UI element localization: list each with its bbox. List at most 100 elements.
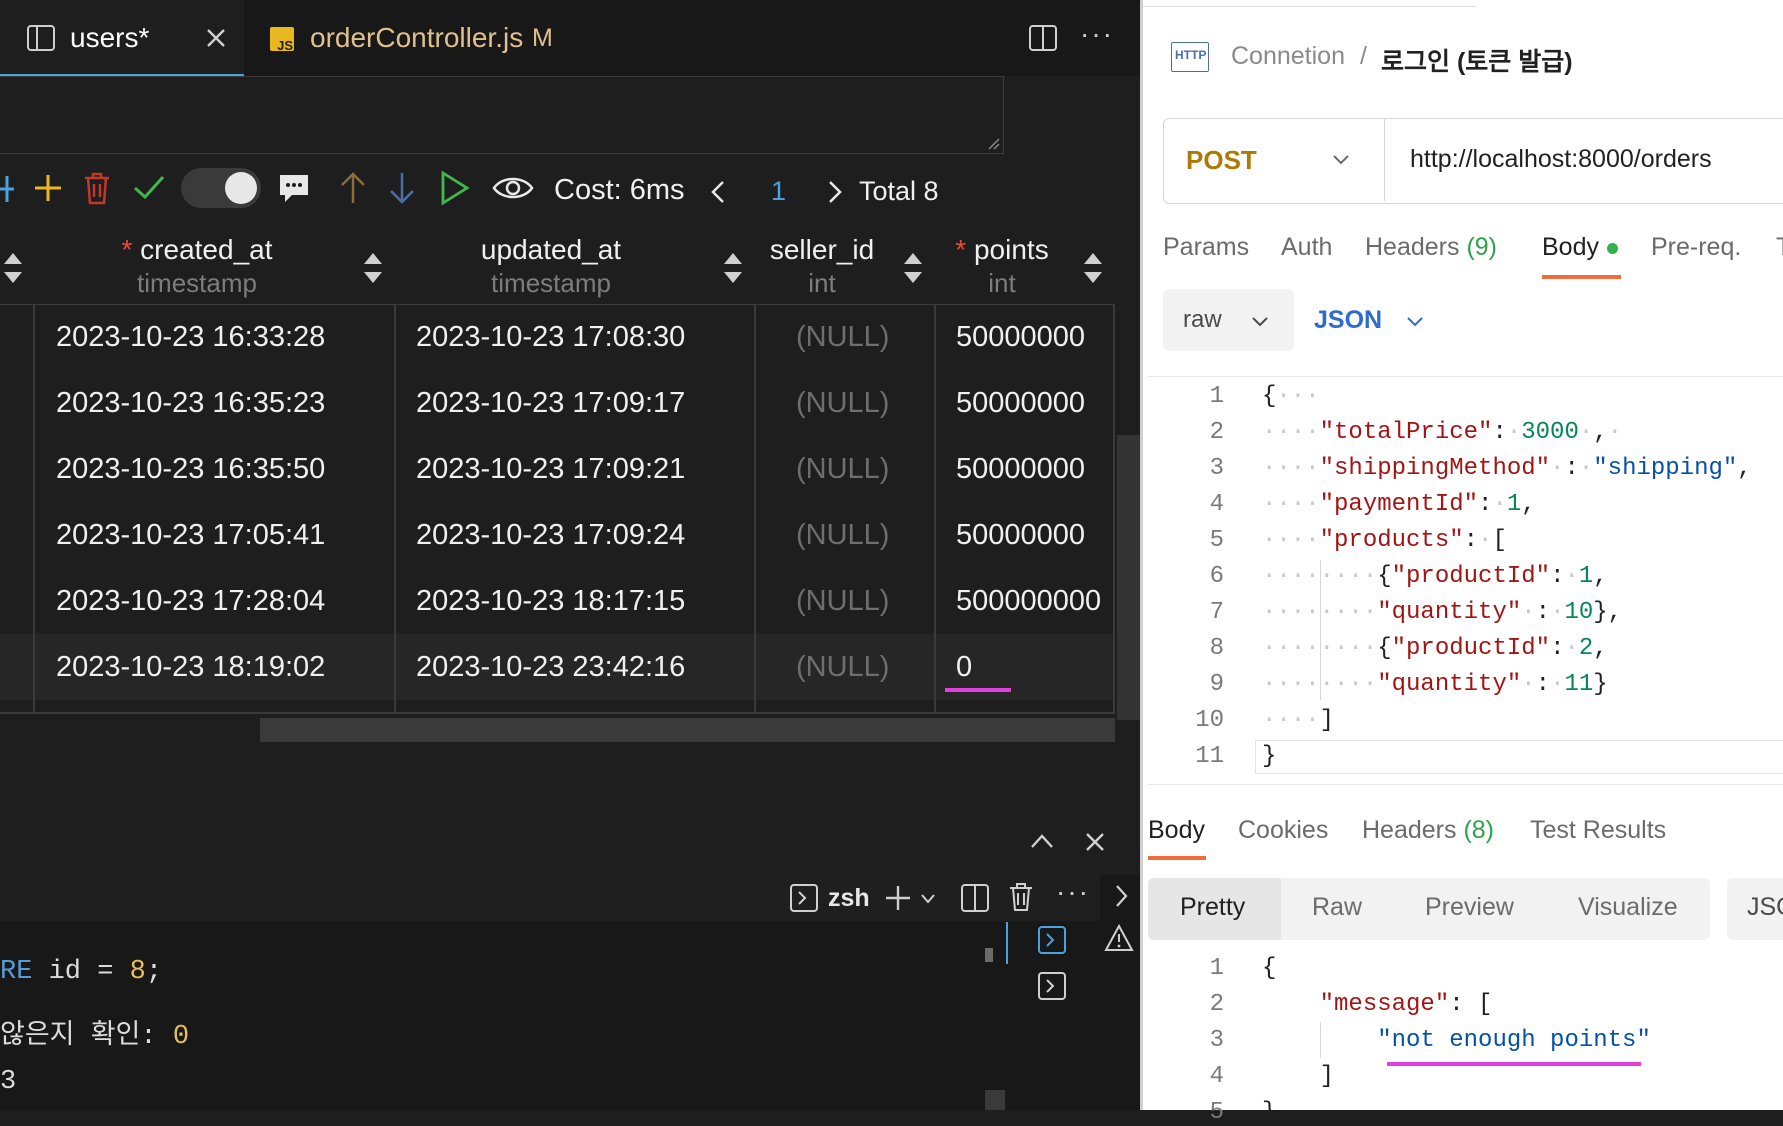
response-tab-headers[interactable]: Headers (8) — [1362, 816, 1494, 845]
chevron-right-icon[interactable] — [827, 180, 843, 204]
vertical-scrollbar[interactable] — [1117, 435, 1140, 720]
cell-points[interactable]: 500000000 — [956, 568, 1101, 634]
column-divider — [33, 304, 35, 714]
more-actions-icon[interactable]: ··· — [1080, 18, 1114, 50]
check-icon[interactable] — [133, 174, 165, 200]
response-tab-body[interactable]: Body — [1148, 816, 1205, 845]
cell-created-at[interactable]: 2023-10-23 16:35:23 — [56, 370, 325, 436]
eye-icon[interactable] — [492, 174, 534, 202]
sort-icon[interactable] — [1082, 251, 1104, 285]
table-row[interactable]: 2023-10-23 17:28:04 2023-10-23 18:17:15 … — [0, 568, 1115, 634]
url-input[interactable]: http://localhost:8000/orders — [1410, 145, 1712, 174]
column-header-updated-at[interactable]: updated_at timestamp — [396, 232, 706, 302]
close-panel-icon[interactable] — [1085, 832, 1105, 852]
sql-filter-textarea[interactable] — [0, 76, 1004, 154]
cell-seller-id[interactable]: (NULL) — [796, 568, 889, 634]
chevron-down-icon — [1252, 317, 1268, 327]
cell-updated-at[interactable]: 2023-10-23 17:09:21 — [416, 436, 685, 502]
split-editor-icon[interactable] — [1029, 25, 1057, 51]
toggle-switch[interactable] — [181, 168, 261, 208]
arrow-up-icon[interactable] — [340, 171, 366, 205]
tab-pre-request[interactable]: Pre-req. — [1651, 233, 1741, 262]
cell-created-at[interactable]: 2023-10-23 16:33:28 — [56, 304, 325, 370]
view-raw[interactable]: Raw — [1312, 893, 1362, 922]
arrow-down-icon[interactable] — [389, 171, 415, 205]
cell-updated-at[interactable]: 2023-10-23 18:17:15 — [416, 568, 685, 634]
play-icon[interactable] — [440, 170, 470, 206]
sort-icon[interactable] — [722, 251, 744, 285]
horizontal-scrollbar[interactable] — [260, 718, 1115, 742]
kill-terminal-icon[interactable] — [1008, 882, 1034, 912]
terminal-shell-label[interactable]: zsh — [828, 884, 870, 913]
view-visualize[interactable]: Visualize — [1578, 893, 1678, 922]
column-header-seller-id[interactable]: seller_id int — [756, 232, 888, 302]
response-format-select[interactable]: JSO — [1727, 878, 1783, 940]
cell-created-at[interactable]: 2023-10-23 17:28:04 — [56, 568, 325, 634]
table-row[interactable]: 2023-10-23 16:35:23 2023-10-23 17:09:17 … — [0, 370, 1115, 436]
chevron-up-icon[interactable] — [1030, 833, 1054, 849]
table-row-selected[interactable]: 2023-10-23 18:19:02 2023-10-23 23:42:16 … — [0, 634, 1115, 700]
editor-top-border — [1148, 376, 1783, 377]
json-key: "totalPrice" — [1319, 419, 1493, 446]
cell-updated-at[interactable]: 2023-10-23 17:09:17 — [416, 370, 685, 436]
partial-add-icon[interactable] — [0, 176, 16, 202]
cell-points[interactable]: 50000000 — [956, 304, 1085, 370]
chevron-left-icon[interactable] — [710, 180, 726, 204]
cell-seller-id[interactable]: (NULL) — [796, 370, 889, 436]
cell-created-at[interactable]: 2023-10-23 16:35:50 — [56, 436, 325, 502]
body-format-select[interactable]: JSON — [1306, 289, 1436, 351]
resize-handle-icon[interactable] — [988, 138, 1000, 150]
cell-updated-at[interactable]: 2023-10-23 17:08:30 — [416, 304, 685, 370]
log-number: 0 — [172, 1022, 190, 1052]
add-row-icon[interactable] — [33, 173, 63, 203]
breadcrumb-request[interactable]: 로그인 (토큰 발급) — [1381, 42, 1573, 78]
sort-icon[interactable] — [902, 251, 924, 285]
chevron-right-icon[interactable] — [1114, 884, 1128, 908]
json-key: "shippingMethod" — [1319, 455, 1551, 482]
method-select[interactable]: POST — [1164, 119, 1385, 201]
cell-updated-at[interactable]: 2023-10-23 23:42:16 — [416, 634, 685, 700]
cell-created-at[interactable]: 2023-10-23 17:05:41 — [56, 502, 325, 568]
terminal-more-icon[interactable]: ··· — [1056, 876, 1090, 908]
view-preview[interactable]: Preview — [1425, 893, 1514, 922]
comment-icon[interactable] — [278, 172, 310, 204]
trash-icon[interactable] — [82, 171, 112, 205]
tab-tests[interactable]: T — [1776, 233, 1783, 262]
column-header-points[interactable]: * points int — [936, 232, 1068, 302]
table-row[interactable]: 2023-10-23 17:05:41 2023-10-23 17:09:24 … — [0, 502, 1115, 568]
body-mode-select[interactable]: raw — [1163, 289, 1294, 351]
table-row[interactable]: 2023-10-23 16:35:50 2023-10-23 17:09:21 … — [0, 436, 1115, 502]
tab-params[interactable]: Params — [1163, 233, 1249, 262]
table-row[interactable]: 2023-10-23 16:33:28 2023-10-23 17:08:30 … — [0, 304, 1115, 370]
sort-icon[interactable] — [2, 251, 24, 285]
response-line: ] — [1262, 1063, 1335, 1090]
tab-auth[interactable]: Auth — [1281, 233, 1332, 262]
tab-order-controller[interactable]: JS orderController.js M — [252, 0, 572, 74]
cell-seller-id[interactable]: (NULL) — [796, 634, 889, 700]
breadcrumb-collection[interactable]: Connetion — [1231, 42, 1345, 71]
chevron-down-icon[interactable] — [920, 893, 936, 905]
response-line: } — [1262, 1099, 1277, 1126]
tab-headers[interactable]: Headers (9) — [1365, 233, 1497, 262]
tab-body[interactable]: Body — [1542, 233, 1599, 262]
view-pretty[interactable]: Pretty — [1180, 893, 1245, 922]
terminal-instance-icon[interactable] — [1038, 926, 1066, 954]
terminal-instance-icon[interactable] — [1038, 972, 1066, 1000]
split-terminal-icon[interactable] — [961, 884, 989, 912]
cell-seller-id[interactable]: (NULL) — [796, 436, 889, 502]
response-tab-test-results[interactable]: Test Results — [1530, 816, 1666, 845]
page-number[interactable]: 1 — [771, 176, 786, 207]
tab-users[interactable]: users* — [0, 0, 244, 77]
cell-points[interactable]: 50000000 — [956, 370, 1085, 436]
cell-seller-id[interactable]: (NULL) — [796, 304, 889, 370]
column-header-created-at[interactable]: * created_at timestamp — [34, 232, 360, 302]
cell-seller-id[interactable]: (NULL) — [796, 502, 889, 568]
new-terminal-icon[interactable] — [884, 884, 912, 912]
sort-icon[interactable] — [362, 251, 384, 285]
response-tab-cookies[interactable]: Cookies — [1238, 816, 1328, 845]
close-icon[interactable] — [206, 28, 226, 48]
cell-updated-at[interactable]: 2023-10-23 17:09:24 — [416, 502, 685, 568]
cell-points[interactable]: 50000000 — [956, 502, 1085, 568]
cell-points[interactable]: 50000000 — [956, 436, 1085, 502]
cell-created-at[interactable]: 2023-10-23 18:19:02 — [56, 634, 325, 700]
